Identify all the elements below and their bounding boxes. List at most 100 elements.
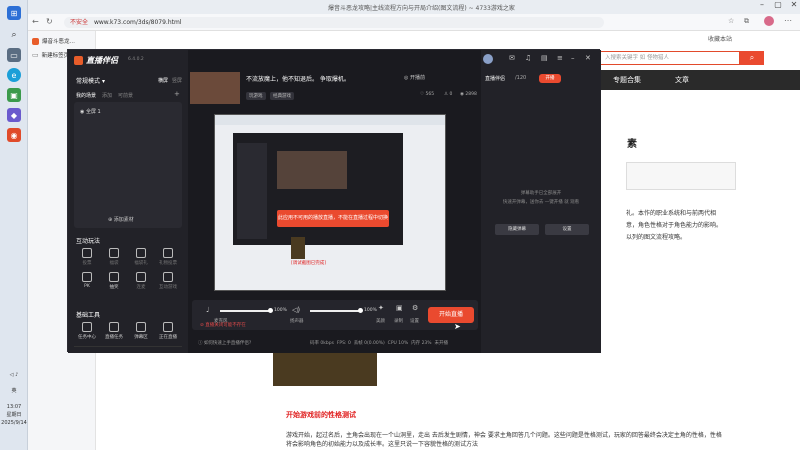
speaker-icon[interactable]: ◁) bbox=[292, 306, 300, 314]
tool-interactive-game[interactable]: 互动游戏 bbox=[155, 272, 181, 294]
live-title[interactable]: 不流放魔上，他不知退后。 争取爆机。 bbox=[246, 74, 426, 83]
headset-icon[interactable]: ♫ bbox=[525, 54, 531, 62]
add-material-button[interactable]: ⊕ 添加素材 bbox=[108, 216, 134, 223]
chat-icon[interactable]: ▤ bbox=[541, 54, 548, 62]
task-view-icon[interactable]: ▭ bbox=[7, 48, 21, 62]
favorite-site-link[interactable]: 收藏本站 bbox=[708, 34, 732, 43]
scene-tab-add[interactable]: 添加 bbox=[102, 92, 112, 99]
mic-volume-slider[interactable] bbox=[220, 310, 270, 312]
dropped-frames: 丢帧 0(0.00%) bbox=[353, 341, 385, 346]
right-badge[interactable]: 开播 bbox=[539, 74, 561, 83]
tab-landscape[interactable]: 横屏 bbox=[158, 77, 168, 84]
record-button[interactable]: 录制 bbox=[394, 318, 403, 324]
tool-vote[interactable]: 投票 bbox=[74, 248, 100, 270]
tool-co-host[interactable]: 连麦 bbox=[128, 272, 154, 294]
right-tab-live[interactable]: 直播伴侣 bbox=[485, 75, 505, 82]
article-text-1: 礼。本作的职业系统和与前两代相 bbox=[626, 210, 717, 217]
mic-slider-handle[interactable] bbox=[268, 308, 273, 313]
sidebar-tab-new[interactable]: ▭ 新建标签页 bbox=[32, 51, 69, 59]
settings-gear-icon[interactable]: ⚙ bbox=[412, 304, 418, 312]
pre-live-button[interactable]: ◎ 开播前 bbox=[404, 74, 425, 81]
app-close-icon[interactable]: ✕ bbox=[585, 54, 591, 62]
tool-task-center[interactable]: 任务中心 bbox=[74, 322, 100, 344]
preview-screen[interactable]: 此应用不可用的播放直播，不能在直播过程中切换 [调试截图已完成] bbox=[214, 114, 446, 291]
mode-dropdown[interactable]: 常规模式 ▾ bbox=[76, 76, 105, 85]
app-icon-red[interactable]: ◉ bbox=[7, 128, 21, 142]
minimize-icon[interactable]: – bbox=[754, 0, 770, 9]
clock-time[interactable]: 13:07 bbox=[0, 404, 28, 411]
favorites-icon[interactable]: ☆ bbox=[728, 17, 734, 25]
tool-pk[interactable]: PK bbox=[74, 272, 100, 294]
app-minimize-icon[interactable]: – bbox=[571, 54, 575, 62]
help-link[interactable]: ⓘ 如何快速上手直播伴侣? bbox=[198, 340, 251, 346]
tool-lucky-gift[interactable]: 福袋礼 bbox=[128, 248, 154, 270]
live-icon bbox=[163, 322, 173, 332]
message-icon[interactable]: ✉ bbox=[509, 54, 515, 62]
microphone-icon[interactable]: ♩ bbox=[206, 306, 209, 314]
tool-live-task[interactable]: 直播任务 bbox=[101, 322, 127, 344]
maximize-icon[interactable]: ▢ bbox=[770, 0, 786, 9]
tool-gift-vote[interactable]: 礼物投票 bbox=[155, 248, 181, 270]
scene-item[interactable]: ◉ 全屏 1 bbox=[80, 108, 101, 115]
app-name: 直播伴侣 bbox=[86, 56, 118, 65]
danmaku-expanded-text: 弹幕助手已全部展开 bbox=[520, 191, 562, 196]
search-icon[interactable]: ⌕ bbox=[7, 28, 21, 42]
close-icon[interactable]: ✕ bbox=[786, 0, 800, 9]
nav-articles[interactable]: 文章 bbox=[675, 75, 689, 85]
gift-bag-icon bbox=[136, 248, 146, 258]
tray-icons[interactable]: ◁ ♪ bbox=[0, 372, 28, 379]
input-lang[interactable]: 英 bbox=[0, 388, 28, 395]
address-input[interactable]: 不安全 www.k73.com/3ds/8079.html bbox=[64, 17, 604, 28]
new-tab-icon: ▭ bbox=[32, 51, 39, 59]
scene-tab-other[interactable]: 可前景 bbox=[118, 92, 133, 99]
article-text-3: 以列的图文流程攻略。 bbox=[626, 234, 687, 241]
settings-button[interactable]: 设置 bbox=[410, 318, 419, 324]
browser-titlebar: 爆音斗恶龙攻略|主线流程方向与开局介绍(图文流程) ~ 4733游戏之家 – ▢… bbox=[28, 0, 800, 14]
tab-title[interactable]: 爆音斗恶龙攻略|主线流程方向与开局介绍(图文流程) ~ 4733游戏之家 bbox=[328, 3, 515, 12]
speaker-volume-slider[interactable] bbox=[310, 310, 360, 312]
avatar[interactable] bbox=[764, 16, 774, 26]
cpu: CPU 10% bbox=[387, 341, 409, 346]
game-tag[interactable]: 玩游戏 bbox=[246, 92, 266, 100]
danmaku-settings-button[interactable]: 设置 bbox=[545, 224, 589, 235]
add-scene-icon[interactable]: + bbox=[174, 90, 180, 98]
tool-lottery[interactable]: 抽奖 bbox=[101, 272, 127, 294]
reload-icon[interactable]: ↻ bbox=[46, 17, 53, 26]
windows-start-icon[interactable]: ⊞ bbox=[7, 6, 21, 20]
hide-danmaku-button[interactable]: 隐藏弹幕 bbox=[495, 224, 539, 235]
menu-lines-icon[interactable]: ≡ bbox=[557, 54, 563, 62]
menu-icon[interactable]: ⋯ bbox=[784, 16, 792, 25]
site-search-button[interactable]: ⌕ bbox=[740, 51, 764, 65]
cover-thumbnail[interactable] bbox=[190, 72, 240, 104]
start-live-button[interactable]: 开始直播 bbox=[428, 307, 474, 323]
memory: 内存 23% bbox=[411, 341, 432, 346]
views-count: ◉ 2898 bbox=[460, 92, 477, 97]
nav-topics[interactable]: 专题合集 bbox=[613, 75, 641, 85]
site-search-input[interactable]: 入搜索关键字 如 怪物猎人 bbox=[600, 51, 740, 65]
record-icon[interactable]: ▣ bbox=[396, 304, 403, 312]
tool-lucky-bag[interactable]: 福袋 bbox=[101, 248, 127, 270]
tool-danmaku[interactable]: 弹幕区 bbox=[128, 322, 154, 344]
edge-icon[interactable]: e bbox=[7, 68, 21, 82]
beauty-button[interactable]: 美颜 bbox=[376, 318, 385, 324]
preview-warning-toast[interactable]: 此应用不可用的播放直播，不能在直播过程中切换 bbox=[277, 210, 389, 227]
app-icon-green[interactable]: ▣ bbox=[7, 88, 21, 102]
sidebar-tab-live[interactable]: 爆音斗恶龙… bbox=[32, 37, 75, 45]
speaker-slider-handle[interactable] bbox=[358, 308, 363, 313]
scene-tab-mine[interactable]: 我的场景 bbox=[76, 92, 96, 99]
beauty-icon[interactable]: ✦ bbox=[378, 304, 384, 312]
eye-icon[interactable]: ◉ bbox=[80, 109, 84, 115]
app-right-panel: ✉ ♫ ▤ ≡ – ✕ 直播伴侣 /120 开播 弹幕助手已全部展开 快速开弹幕… bbox=[481, 50, 601, 353]
extensions-icon[interactable]: ⧉ bbox=[744, 17, 749, 26]
bag-icon bbox=[109, 248, 119, 258]
cursor-icon: ➤ bbox=[454, 322, 461, 331]
tool-now-live[interactable]: 正在直播 bbox=[155, 322, 181, 344]
user-avatar[interactable] bbox=[483, 54, 493, 64]
article-text-2: 意，角色性格对于角色能力的影响。 bbox=[626, 222, 723, 229]
live-status: 未开播 bbox=[434, 341, 448, 346]
lottery-icon bbox=[109, 272, 119, 282]
tab-portrait[interactable]: 竖屏 bbox=[172, 77, 182, 84]
game-name[interactable]: 经典游戏 bbox=[270, 92, 294, 100]
back-icon[interactable]: ← bbox=[32, 17, 39, 26]
app-icon-purple[interactable]: ◆ bbox=[7, 108, 21, 122]
